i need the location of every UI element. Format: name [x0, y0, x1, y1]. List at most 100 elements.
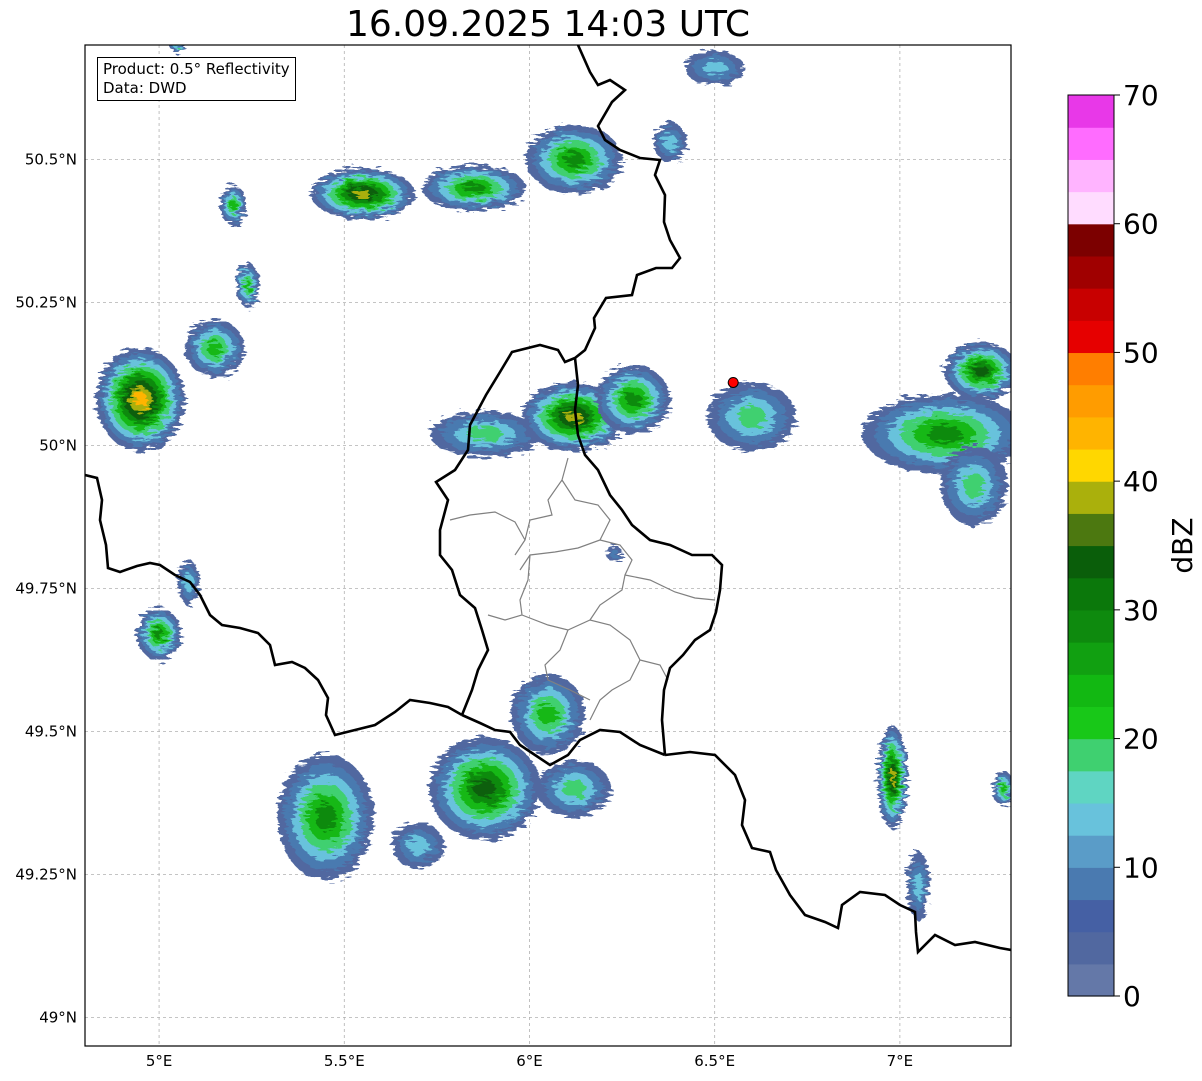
- product-label: Product: 0.5° Reflectivity: [103, 60, 290, 78]
- colorbar-segment: [1068, 288, 1114, 321]
- echo-contour: [737, 405, 766, 428]
- colorbar-segment: [1068, 835, 1114, 868]
- radar-site-marker: [727, 376, 739, 388]
- lon-tick-label: 5.5°E: [324, 1052, 365, 1070]
- colorbar-segment: [1068, 899, 1114, 933]
- echo-cell: [607, 545, 623, 563]
- colorbar-segment: [1068, 127, 1114, 160]
- lat-tick-label: 50.5°N: [25, 150, 77, 168]
- lat-tick-label: 49.75°N: [15, 579, 77, 597]
- echo-cell: [136, 608, 182, 660]
- echo-contour: [913, 871, 923, 900]
- echo-contour: [565, 411, 583, 423]
- echo-cell: [877, 725, 908, 829]
- echo-contour: [890, 768, 895, 786]
- data-source-label: Data: DWD: [103, 79, 187, 97]
- lon-tick-label: 7°E: [887, 1052, 914, 1070]
- colorbar-segment: [1068, 223, 1114, 257]
- colorbar-segment: [1068, 95, 1114, 128]
- echo-contour: [562, 779, 586, 798]
- colorbar-tick-label: 30: [1123, 594, 1159, 627]
- colorbar-segment: [1068, 191, 1114, 225]
- echo-cell: [220, 185, 247, 226]
- echo-contour: [474, 778, 496, 799]
- radar-site-layer: [727, 376, 739, 388]
- colorbar-segment: [1068, 545, 1114, 579]
- colorbar-tick-label: 60: [1123, 208, 1159, 241]
- echo-contour: [663, 133, 678, 151]
- echo-cell: [185, 319, 245, 377]
- colorbar-segment: [1068, 481, 1114, 514]
- colorbar-segment: [1068, 513, 1114, 547]
- echo-cell: [944, 342, 1011, 400]
- colorbar-segment: [1068, 159, 1114, 193]
- echo-cell: [429, 737, 541, 841]
- colorbar-segment: [1068, 384, 1114, 418]
- echo-cell: [392, 822, 445, 869]
- colorbar-segment: [1068, 802, 1114, 836]
- echo-cell: [96, 348, 186, 452]
- echo-contour: [538, 703, 558, 725]
- lon-tick-label: 5°E: [146, 1052, 173, 1070]
- product-info-box: Product: 0.5° Reflectivity Data: DWD: [97, 57, 296, 101]
- colorbar-segment: [1068, 931, 1114, 965]
- colorbar-segment: [1068, 255, 1114, 289]
- colorbar-segment: [1068, 642, 1114, 675]
- echo-contour: [154, 628, 164, 640]
- echo-cell: [236, 262, 260, 309]
- echo-cell: [510, 674, 586, 755]
- lon-tick-label: 6.5°E: [694, 1052, 735, 1070]
- echo-contour: [563, 151, 585, 167]
- echo-cell: [685, 50, 745, 86]
- colorbar-segment: [1068, 770, 1114, 804]
- echo-cell: [422, 165, 526, 211]
- colorbar-tick-label: 10: [1123, 851, 1159, 884]
- echo-cell: [596, 365, 671, 434]
- lat-tick-label: 50.25°N: [15, 293, 77, 311]
- colorbar-segment: [1068, 416, 1114, 450]
- echo-cell: [536, 760, 611, 818]
- colorbar: 0 10 20 30 40 50 60 70 dBZ: [1067, 79, 1199, 1013]
- echo-contour: [462, 182, 486, 194]
- colorbar-tick-label: 70: [1123, 79, 1159, 112]
- colorbar-tick-label: 40: [1123, 465, 1159, 498]
- colorbar-segment: [1068, 963, 1114, 997]
- lat-tick-label: 49.5°N: [25, 722, 77, 740]
- echo-contour: [1000, 784, 1007, 794]
- colorbar-segment: [1068, 609, 1114, 643]
- echo-contour: [407, 836, 430, 856]
- lat-tick-label: 49.25°N: [15, 865, 77, 883]
- echo-cell: [862, 393, 1011, 474]
- echo-contour: [245, 279, 251, 292]
- echo-cell: [940, 445, 1008, 526]
- lat-tick-label: 50°N: [39, 436, 77, 454]
- colorbar-segment: [1068, 577, 1114, 611]
- echo-contour: [625, 392, 642, 408]
- colorbar-segment: [1068, 320, 1114, 354]
- echo-contour: [229, 199, 237, 211]
- echo-contour: [354, 189, 372, 199]
- colorbar-segment: [1068, 674, 1114, 707]
- echo-cell: [277, 754, 374, 881]
- echo-contour: [133, 391, 148, 408]
- echo-contour: [315, 803, 337, 831]
- radar-map-figure: 5°E 5.5°E 6°E 6.5°E 7°E 50.5°N 50.25°N 50°N 49.7…: [15, 44, 1199, 1070]
- echo-cell: [653, 122, 687, 163]
- colorbar-label: dBZ: [1166, 517, 1199, 573]
- colorbar-segment: [1068, 738, 1114, 772]
- colorbar-segment: [1068, 867, 1114, 901]
- colorbar-tick-label: 50: [1123, 336, 1159, 369]
- echo-cell: [310, 167, 415, 220]
- colorbar-segment: [1068, 706, 1114, 740]
- lon-tick-label: 6°E: [516, 1052, 543, 1070]
- echo-contour: [974, 365, 989, 377]
- colorbar-tick-label: 20: [1123, 723, 1159, 756]
- echo-contour: [206, 340, 223, 356]
- echo-cell: [525, 125, 623, 194]
- colorbar-tick-label: 0: [1123, 980, 1141, 1013]
- echo-cell: [707, 382, 797, 452]
- echo-contour: [963, 472, 985, 499]
- echo-contour: [702, 60, 727, 75]
- echo-contour: [467, 426, 503, 442]
- echo-contour: [610, 549, 619, 560]
